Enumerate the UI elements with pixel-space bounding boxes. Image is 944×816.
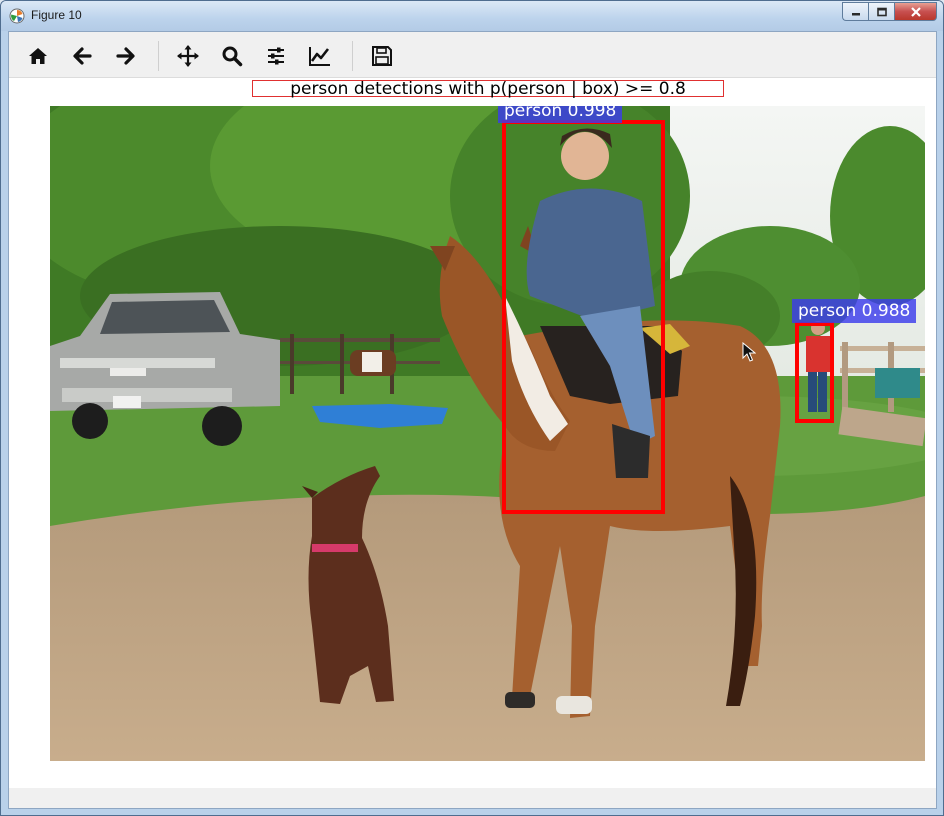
forward-button[interactable] [112,42,140,70]
maximize-icon [876,7,887,16]
detection-box-background-person [795,322,834,423]
close-button[interactable] [894,2,937,21]
close-icon [910,6,921,17]
scene-illustration [50,106,925,761]
zoom-magnifier-icon [222,46,243,67]
toolbar-separator [158,41,159,71]
figure-canvas[interactable]: person detections with p(person | box) >… [9,78,936,788]
pan-button[interactable] [174,42,202,70]
minimize-icon [851,12,860,15]
save-button[interactable] [368,42,396,70]
forward-arrow-icon [116,47,135,65]
configure-subplots-button[interactable] [262,42,290,70]
maximize-button[interactable] [868,2,894,21]
window-titlebar[interactable]: Figure 10 [1,1,943,31]
detection-image: person 0.998 person 0.988 [50,106,925,761]
edit-curves-icon [309,47,330,66]
figure-client-area: person detections with p(person | box) >… [8,31,937,809]
configure-subplots-icon [268,47,284,65]
minimize-button[interactable] [842,2,868,21]
detection-label-rider: person 0.998 [498,106,623,123]
home-button[interactable] [24,42,52,70]
back-button[interactable] [68,42,96,70]
detection-label-background-person: person 0.988 [792,299,917,323]
matplotlib-icon [9,8,25,24]
navigation-toolbar [9,32,936,78]
back-arrow-icon [73,47,92,65]
figure-window: Figure 10 person detections with p(perso… [0,0,944,816]
home-icon [29,48,47,64]
toolbar-separator [352,41,353,71]
mouse-cursor-icon [742,342,756,362]
zoom-button[interactable] [218,42,246,70]
window-title: Figure 10 [31,8,82,22]
detection-box-rider [502,120,665,514]
figure-title: person detections with p(person | box) >… [252,80,724,98]
save-floppy-icon [372,46,392,66]
window-controls [842,2,937,22]
status-bar [9,788,936,808]
pan-move-icon [177,45,199,67]
edit-curves-button[interactable] [306,42,334,70]
